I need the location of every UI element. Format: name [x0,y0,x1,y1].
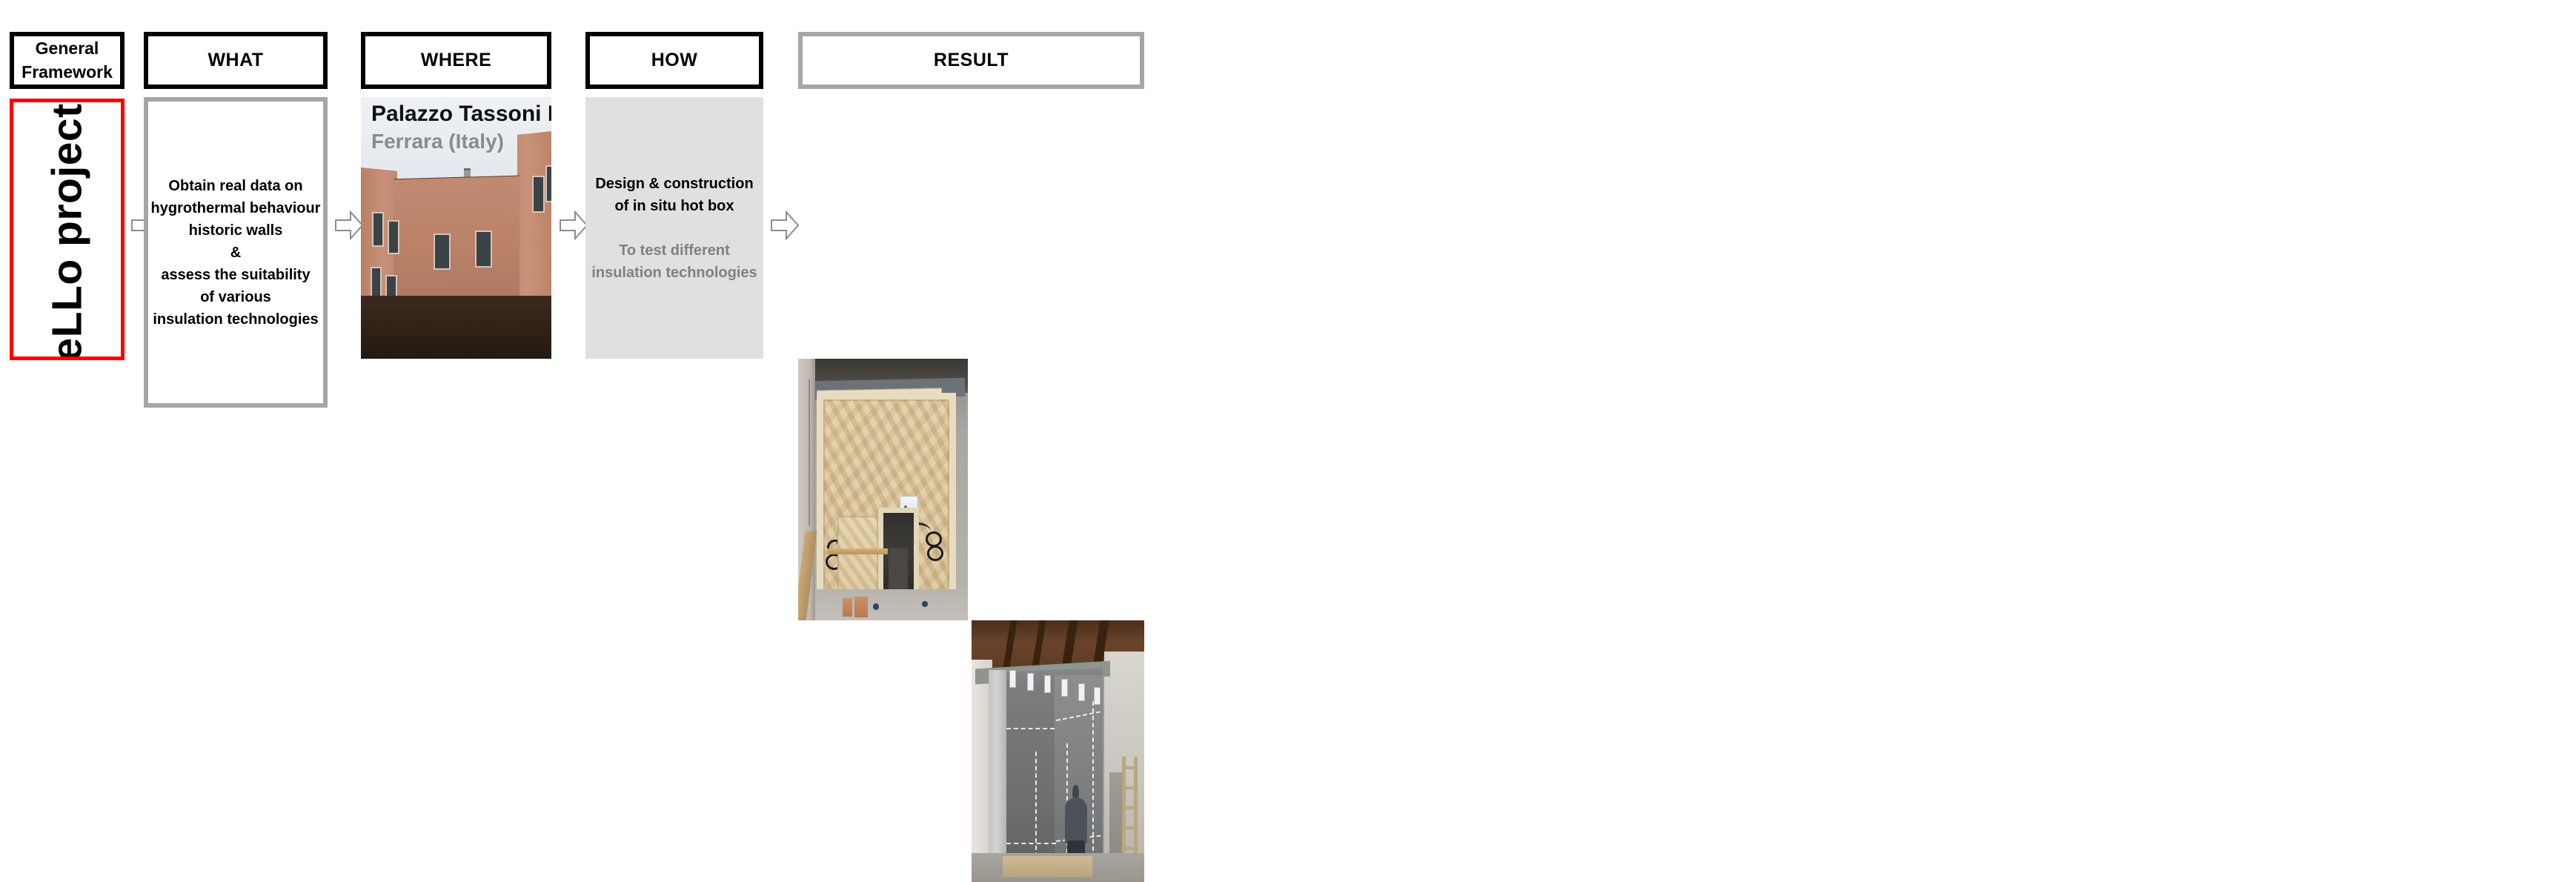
clip [1026,672,1034,691]
clip [1043,675,1051,694]
window [387,219,399,255]
what-body-line-4: & [230,244,242,261]
taped-seam [1006,843,1057,845]
how-secondary-line-1: To test different [619,242,730,259]
what-body-line-2: hygrothermal behaviour [150,199,321,216]
project-goals-label: The HeLLo project goals [43,99,91,360]
opening-interior [889,547,909,595]
what-body-line-5: assess the suitability [161,266,311,283]
how-panel: Design & construction of in situ hot box… [585,97,763,359]
palazzo-caption: Palazzo Tassoni Estense Ferrara (Italy) [371,100,551,156]
arrow-right-icon [560,210,588,240]
palazzo-courtyard-photo: Palazzo Tassoni Estense Ferrara (Italy) [361,97,551,359]
arrow-right-icon [335,210,363,240]
clip [1009,670,1017,689]
general-framework-header-line1: General [35,39,99,59]
what-body-line-3: historic walls [188,222,283,239]
window [545,165,551,202]
result-header: RESULT [798,32,1144,89]
window [372,212,384,247]
window [433,233,451,271]
what-body-line-7: insulation technologies [153,311,319,328]
brick [854,597,868,618]
wooden-slat [826,548,889,554]
how-primary-line-2: of in situ hot box [614,197,734,214]
how-header-label: HOW [651,49,698,70]
courtyard-floor [361,296,551,359]
where-header: WHERE [361,32,551,89]
clip [1061,679,1069,697]
brick [842,598,853,617]
general-framework-header: General Framework [10,32,125,89]
enclosure-front-curtain [989,670,1006,882]
hot-box-osb-photo [798,359,968,620]
enclosure-back-face [1004,683,1057,882]
taped-seam [1006,727,1055,729]
how-header: HOW [585,32,763,89]
membrane-enclosure-photo [972,620,1144,882]
what-body-line-6: of various [200,288,271,305]
window [475,231,493,268]
taped-seam [1092,701,1095,851]
how-primary-line-1: Design & construction [595,175,754,192]
how-secondary-line-2: insulation technologies [591,264,757,281]
wooden-floor-panel [1002,855,1093,877]
hello-project-overview-diagram: General Framework The HeLLo project goal… [0,0,2576,882]
osb-hatch-panel [837,515,878,600]
worker-torso [1064,798,1088,845]
floor [814,588,968,620]
clip [1078,683,1086,701]
conduit-pipe [808,379,810,526]
window [532,175,545,213]
general-framework-header-line2: Framework [21,62,113,82]
clip [1094,687,1101,705]
what-header: WHAT [144,32,328,89]
project-goals-panel: The HeLLo project goals [10,99,125,360]
what-body-line-1: Obtain real data on [168,177,303,194]
what-panel: Obtain real data on hygrothermal behavio… [144,97,328,408]
palazzo-caption-title: Palazzo Tassoni Estense [371,102,551,126]
result-header-label: RESULT [933,49,1009,70]
palazzo-caption-subtitle: Ferrara (Italy) [371,130,504,153]
where-header-label: WHERE [420,49,492,70]
arrow-right-icon [771,210,799,240]
caster-wheel [872,603,879,610]
what-header-label: WHAT [208,49,264,70]
